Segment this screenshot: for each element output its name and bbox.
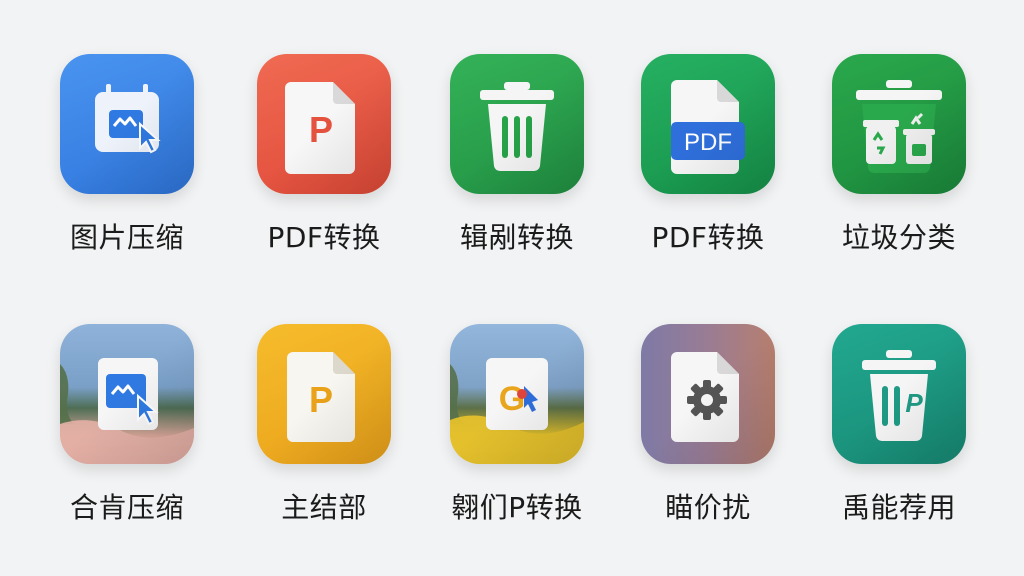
- app-pdf-file-convert[interactable]: PDF PDF转换: [618, 54, 798, 274]
- app-document[interactable]: P 主结部: [234, 324, 414, 544]
- app-pdf-convert[interactable]: P PDF转换: [234, 54, 414, 274]
- app-label: 图片压缩: [69, 221, 184, 254]
- photo-compress-icon[interactable]: [60, 324, 194, 464]
- app-label: 合肯压缩: [69, 491, 184, 524]
- pdf-text-glyph: PDF: [684, 129, 732, 156]
- app-label: 瞄价扰: [665, 491, 751, 524]
- recycle-bins-icon[interactable]: [832, 54, 966, 194]
- trash-p-icon[interactable]: P: [832, 324, 966, 464]
- app-label: 翱们P转换: [451, 491, 583, 524]
- app-label: 辑剐转换: [459, 221, 574, 254]
- app-image-compress[interactable]: 图片压缩: [37, 54, 217, 274]
- app-trash-convert[interactable]: 辑剐转换: [427, 54, 607, 274]
- app-label: PDF转换: [267, 221, 381, 254]
- photo-convert-icon[interactable]: G: [450, 324, 584, 464]
- image-compress-icon[interactable]: [60, 54, 194, 194]
- app-label: 垃圾分类: [841, 221, 956, 254]
- app-label: 禹能荐用: [841, 491, 956, 524]
- app-label: PDF转换: [651, 221, 765, 254]
- app-grid: 图片压缩 P PDF转换 辑剐转换 PDF PDF转换 垃圾分类 合肯压缩 P …: [0, 0, 1024, 576]
- app-label: 主结部: [281, 491, 367, 524]
- settings-document-icon[interactable]: [641, 324, 775, 464]
- pdf-p-glyph: P: [309, 109, 333, 150]
- app-settings-doc[interactable]: 瞄价扰: [618, 324, 798, 544]
- app-photo-compress[interactable]: 合肯压缩: [37, 324, 217, 544]
- pdf-document-icon[interactable]: P: [257, 54, 391, 194]
- app-photo-convert[interactable]: G 翱们P转换: [427, 324, 607, 544]
- trash-p-glyph: P: [905, 388, 923, 418]
- trash-can-icon[interactable]: [450, 54, 584, 194]
- pdf-file-icon[interactable]: PDF: [641, 54, 775, 194]
- document-p-icon[interactable]: P: [257, 324, 391, 464]
- app-trash-p[interactable]: P 禹能荐用: [809, 324, 989, 544]
- app-garbage-sort[interactable]: 垃圾分类: [809, 54, 989, 274]
- photo-g-glyph: G: [499, 380, 525, 418]
- document-p-glyph: P: [309, 379, 333, 420]
